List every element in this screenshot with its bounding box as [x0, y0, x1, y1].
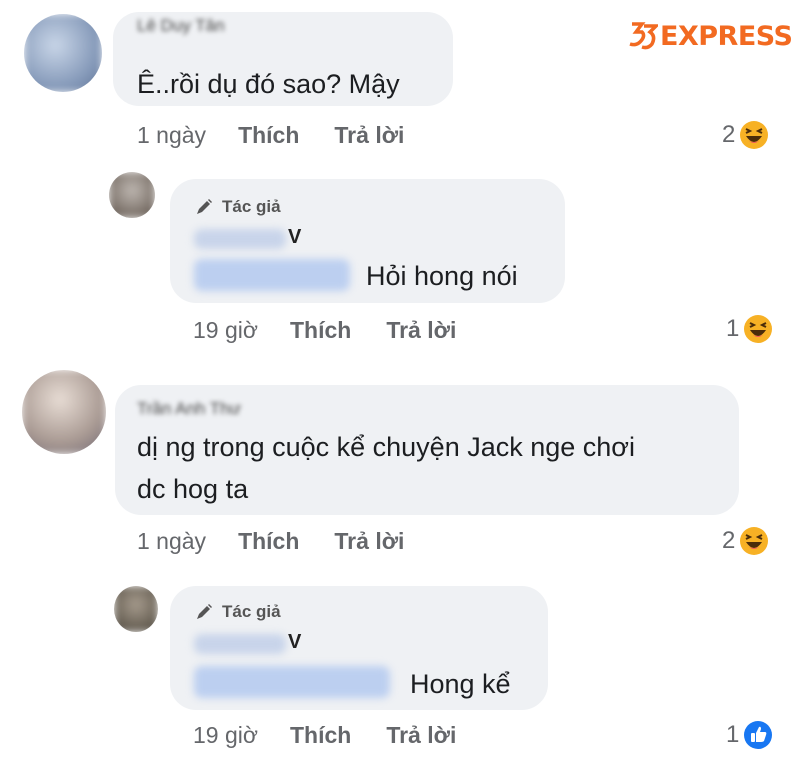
pen-icon [197, 604, 212, 619]
avatar[interactable] [109, 172, 155, 218]
reply-button[interactable]: Trả lời [334, 528, 404, 555]
comment-text-line1: dị ng trong cuộc kể chuyện Jack nge chơi [137, 432, 635, 462]
comment-bubble: Lê Duy Tân Ê..rồi dụ đó sao? Mậy [113, 12, 453, 106]
author-badge-label: Tác giả [222, 602, 281, 621]
reaction-summary[interactable]: 1 [726, 314, 773, 344]
avatar[interactable] [24, 14, 102, 92]
author-badge: Tác giả [194, 197, 281, 217]
avatar[interactable] [114, 586, 158, 632]
comment-bubble: Trần Anh Thư dị ng trong cuộc kể chuyện … [115, 385, 739, 515]
like-button[interactable]: Thích [238, 122, 299, 149]
reply-time[interactable]: 19 giờ [193, 317, 258, 344]
express-watermark: EXPRESS [628, 16, 793, 56]
35-logo-icon [629, 22, 658, 50]
blurred-mention [194, 666, 390, 698]
reply-button[interactable]: Trả lời [386, 722, 456, 749]
author-badge-label: Tác giả [222, 197, 281, 216]
blurred-mention [194, 259, 350, 291]
commenter-name[interactable]: Trần Anh Thư [137, 399, 241, 419]
blurred-name [194, 634, 286, 654]
watermark-text: EXPRESS [660, 20, 793, 52]
reaction-summary[interactable]: 2 [722, 526, 769, 556]
replier-name[interactable]: V [288, 631, 301, 654]
like-icon [744, 721, 773, 749]
comment-time[interactable]: 1 ngày [137, 122, 206, 149]
haha-icon [744, 315, 773, 343]
author-badge: Tác giả [194, 602, 281, 622]
reply-bubble: Tác giả V Hỏi hong nói [170, 179, 565, 303]
reaction-count: 2 [722, 121, 736, 148]
reply-time[interactable]: 19 giờ [193, 722, 258, 749]
reaction-summary[interactable]: 2 [722, 120, 769, 150]
reaction-count: 1 [726, 721, 740, 748]
reaction-count: 1 [726, 315, 740, 342]
reply-actions: 19 giờ Thích Trả lời [193, 317, 456, 344]
commenter-name[interactable]: Lê Duy Tân [137, 16, 225, 36]
comment-actions: 1 ngày Thích Trả lời [137, 528, 404, 555]
pen-icon [197, 199, 212, 214]
like-button[interactable]: Thích [290, 722, 351, 749]
haha-icon [740, 527, 769, 555]
reply-button[interactable]: Trả lời [334, 122, 404, 149]
reaction-summary[interactable]: 1 [726, 720, 773, 750]
avatar[interactable] [22, 370, 106, 454]
like-button[interactable]: Thích [238, 528, 299, 555]
reply-bubble: Tác giả V Hong kể [170, 586, 548, 710]
reaction-count: 2 [722, 527, 736, 554]
comment-text-line2: dc hog ta [137, 474, 249, 504]
reply-text: Hỏi hong nói [366, 261, 518, 291]
comment-text: Ê..rồi dụ đó sao? Mậy [137, 69, 400, 99]
blurred-name [194, 229, 286, 249]
reply-actions: 19 giờ Thích Trả lời [193, 722, 456, 749]
comment-actions: 1 ngày Thích Trả lời [137, 122, 404, 149]
replier-name[interactable]: V [288, 226, 301, 249]
like-button[interactable]: Thích [290, 317, 351, 344]
reply-button[interactable]: Trả lời [386, 317, 456, 344]
comment-time[interactable]: 1 ngày [137, 528, 206, 555]
haha-icon [740, 121, 769, 149]
reply-text: Hong kể [410, 669, 511, 699]
